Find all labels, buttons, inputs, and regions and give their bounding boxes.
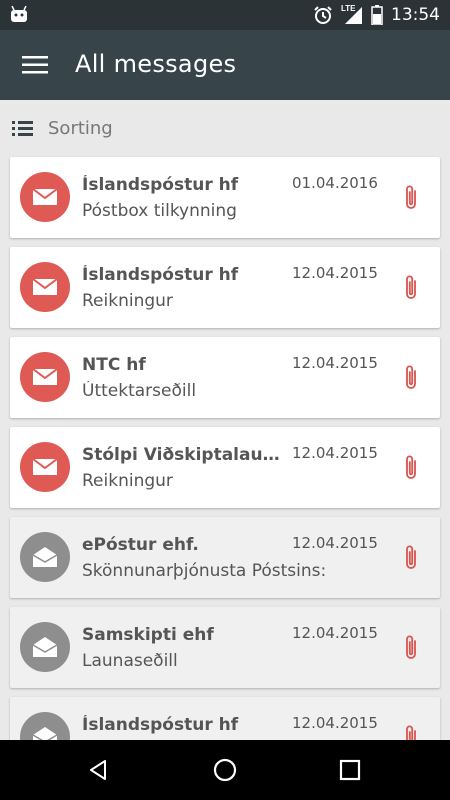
message-subject: Úttektarseðill	[82, 381, 197, 401]
message-date: 12.04.2015	[292, 444, 378, 462]
envelope-open-icon	[32, 547, 58, 567]
envelope-avatar	[20, 262, 70, 312]
recents-button[interactable]	[334, 754, 366, 786]
message-item[interactable]: Samskipti ehf 12.04.2015 Launaseðill	[10, 607, 440, 688]
message-item[interactable]: Stólpi Viðskiptalausnir 12.04.2015 Reikn…	[10, 427, 440, 508]
message-sender: Stólpi Viðskiptalausnir	[82, 445, 287, 465]
message-list: Íslandspóstur hf 01.04.2016 Póstbox tilk…	[10, 157, 440, 787]
recents-icon	[339, 759, 361, 781]
message-subject: Launaseðill	[82, 651, 178, 671]
clock: 13:54	[391, 5, 440, 25]
message-subject: Reikningur	[82, 471, 173, 491]
app-bar: All messages	[0, 30, 450, 100]
message-item[interactable]: Íslandspóstur hf 12.04.2015 Reikningur	[10, 247, 440, 328]
message-sender: Samskipti ehf	[82, 625, 214, 645]
alarm-icon	[314, 6, 332, 24]
envelope-avatar	[20, 442, 70, 492]
sorting-label: Sorting	[48, 117, 113, 139]
message-sender: Íslandspóstur hf	[82, 175, 239, 195]
envelope-open-icon	[32, 637, 58, 657]
envelope-open-avatar	[20, 622, 70, 672]
message-sender: ePóstur ehf.	[82, 535, 199, 555]
home-icon	[213, 758, 237, 782]
message-date: 12.04.2015	[292, 264, 378, 282]
system-nav-bar	[0, 740, 450, 800]
envelope-avatar	[20, 172, 70, 222]
message-subject: Póstbox tilkynning	[82, 201, 237, 221]
message-date: 12.04.2015	[292, 354, 378, 372]
message-item[interactable]: ePóstur ehf. 12.04.2015 Skönnunarþjónust…	[10, 517, 440, 598]
paperclip-icon	[406, 455, 416, 479]
envelope-icon	[32, 278, 58, 295]
paperclip-icon	[406, 185, 416, 209]
signal-icon	[345, 7, 362, 24]
signal-indicator: LTE	[341, 4, 363, 25]
sorting-control[interactable]: Sorting	[0, 100, 450, 156]
home-button[interactable]	[209, 754, 241, 786]
message-date: 01.04.2016	[292, 174, 378, 192]
envelope-icon	[32, 368, 58, 385]
list-icon	[12, 121, 33, 136]
paperclip-icon	[406, 365, 416, 389]
message-sender: Íslandspóstur hf	[82, 715, 239, 735]
paperclip-icon	[406, 545, 416, 569]
back-button[interactable]	[82, 754, 114, 786]
message-item[interactable]: NTC hf 12.04.2015 Úttektarseðill	[10, 337, 440, 418]
page-title: All messages	[75, 50, 237, 78]
paperclip-icon	[406, 275, 416, 299]
message-subject: Reikningur	[82, 291, 173, 311]
paperclip-icon	[406, 635, 416, 659]
android-icon	[11, 6, 27, 22]
envelope-avatar	[20, 352, 70, 402]
message-sender: Íslandspóstur hf	[82, 265, 239, 285]
message-subject: Skönnunarþjónusta Póstsins:	[82, 561, 327, 581]
envelope-icon	[32, 188, 58, 205]
message-item[interactable]: Íslandspóstur hf 01.04.2016 Póstbox tilk…	[10, 157, 440, 238]
hamburger-menu-icon[interactable]	[22, 54, 48, 76]
battery-icon	[371, 5, 383, 25]
message-date: 12.04.2015	[292, 714, 378, 732]
message-date: 12.04.2015	[292, 534, 378, 552]
envelope-icon	[32, 458, 58, 475]
envelope-open-avatar	[20, 532, 70, 582]
message-sender: NTC hf	[82, 355, 146, 375]
message-date: 12.04.2015	[292, 624, 378, 642]
back-icon	[90, 760, 106, 780]
status-bar: LTE 13:54	[0, 0, 450, 30]
